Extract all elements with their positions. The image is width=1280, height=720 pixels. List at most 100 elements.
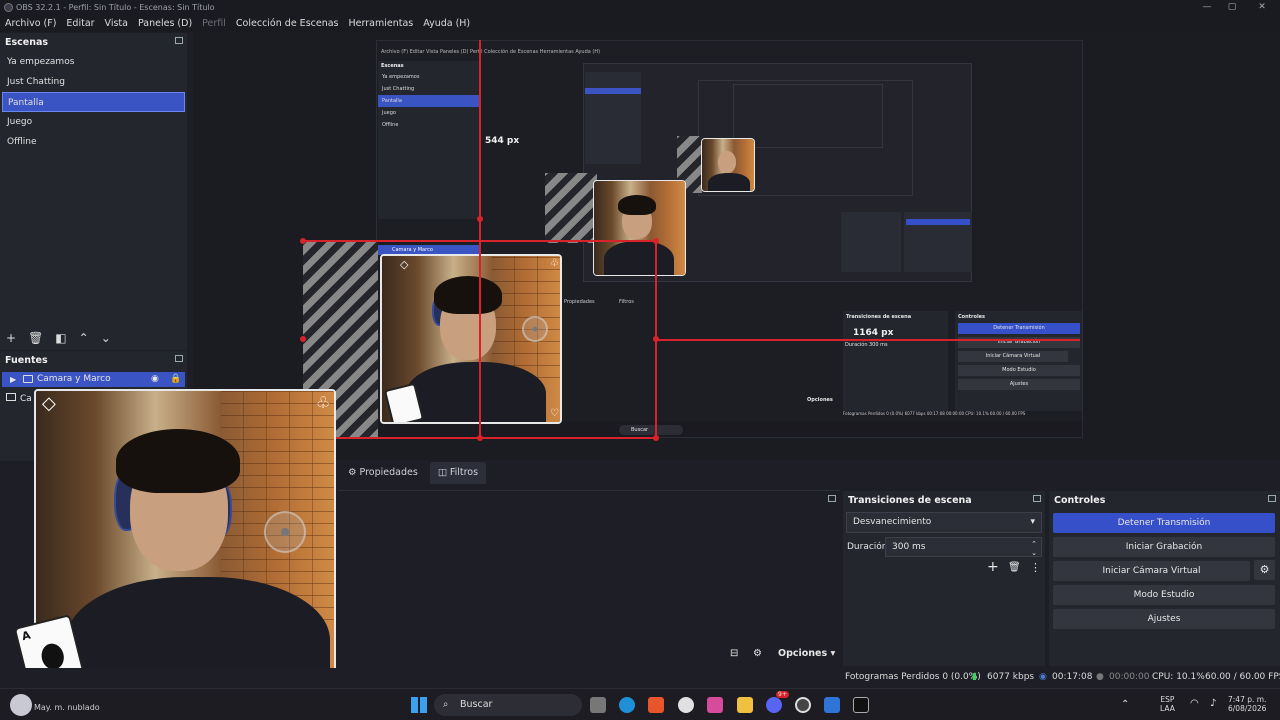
windows-start-icon[interactable] — [411, 697, 427, 713]
settings-button[interactable]: Ajustes — [1053, 609, 1275, 629]
brave-icon[interactable] — [648, 697, 664, 713]
scene-item-just-chatting[interactable]: Just Chatting — [2, 72, 185, 92]
discord-badge: 9+ — [776, 691, 789, 698]
inner-controls-dock: Controles Detener Transmisión Iniciar Gr… — [955, 311, 1082, 411]
undock-icon[interactable] — [1268, 495, 1276, 502]
scene-item-offline[interactable]: Offline — [2, 132, 185, 152]
transform-handle[interactable] — [653, 238, 659, 244]
scene-filters-icon[interactable]: ◧ — [55, 331, 66, 345]
source-item-camara-marco[interactable]: ▶ Camara y Marco ◉ 🔒 — [2, 372, 185, 387]
gear-icon: ⚙ — [348, 467, 360, 478]
language-indicator[interactable]: ESP LAA — [1160, 695, 1175, 713]
nested-scenes-level-2 — [585, 72, 641, 164]
undock-icon[interactable] — [1033, 495, 1041, 502]
menu-vista[interactable]: Vista — [100, 18, 133, 29]
start-recording-button[interactable]: Iniciar Grabación — [1053, 537, 1275, 557]
add-scene-icon[interactable]: + — [6, 331, 16, 345]
menu-paneles[interactable]: Paneles (D) — [133, 18, 197, 29]
taskbar-search[interactable]: ⌕ Buscar — [434, 694, 582, 716]
scene-toolbar: + 🗑 ◧ ⌃ ⌄ — [6, 331, 111, 345]
fps: 60.00 / 60.00 FPS — [1205, 672, 1280, 682]
expand-arrow-icon[interactable]: ▶ — [10, 372, 16, 387]
transform-handle[interactable] — [653, 435, 659, 441]
source-label-2: Ca — [20, 394, 32, 404]
inner-transitions-dock: Transiciones de escena Duración 300 ms — [843, 311, 948, 411]
options-button[interactable]: Opciones ▾ — [778, 648, 835, 659]
spin-down-icon[interactable]: ⌄ — [1031, 544, 1037, 562]
transition-select[interactable]: Desvanecimiento ▾ — [846, 512, 1042, 533]
diamond-icon: ◇ — [400, 258, 409, 271]
chatgpt-icon[interactable] — [678, 697, 694, 713]
studio-mode-button[interactable]: Modo Estudio — [1053, 585, 1275, 605]
edge-icon[interactable] — [619, 697, 635, 713]
move-up-icon[interactable]: ⌃ — [79, 331, 89, 345]
undock-icon[interactable] — [175, 37, 183, 44]
webcam-level-3 — [701, 138, 755, 192]
close-button[interactable]: ✕ — [1250, 0, 1274, 15]
wifi-icon[interactable]: ◠ — [1190, 698, 1199, 709]
eye-icon[interactable]: ◉ — [151, 372, 159, 387]
link-gear-icon[interactable]: ⚙ — [753, 648, 762, 659]
heart-icon: ♡ — [550, 408, 559, 419]
duration-value: 300 ms — [892, 542, 926, 552]
inner-scenes-header: Escenas — [381, 63, 404, 69]
ace-letter-icon: A — [20, 628, 32, 644]
tray-chevron-icon[interactable]: ⌃ — [1121, 699, 1129, 710]
transform-handle[interactable] — [300, 238, 306, 244]
undock-icon[interactable] — [828, 495, 836, 502]
diamond-icon: ◇ — [42, 393, 56, 414]
undock-icon[interactable] — [175, 355, 183, 362]
remove-scene-icon[interactable]: 🗑 — [28, 331, 43, 345]
scene-item-pantalla[interactable]: Pantalla — [2, 92, 185, 112]
remove-transition-icon[interactable]: 🗑 — [1008, 562, 1021, 573]
obs-taskbar-icon[interactable] — [795, 697, 811, 713]
duration-label: Duración — [847, 542, 888, 552]
maximize-button[interactable]: ▢ — [1220, 0, 1244, 15]
menu-coleccion-escenas[interactable]: Colección de Escenas — [231, 18, 344, 29]
move-down-icon[interactable]: ⌄ — [101, 331, 111, 345]
virtual-camera-settings-button[interactable]: ⚙ — [1254, 560, 1275, 580]
tab-propiedades[interactable]: ⚙ Propiedades — [340, 462, 426, 484]
transform-handle[interactable] — [300, 336, 306, 342]
source-item-2[interactable]: Ca — [6, 393, 32, 404]
stop-stream-button[interactable]: Detener Transmisión — [1053, 513, 1275, 533]
volume-icon[interactable]: ♪ — [1210, 698, 1216, 709]
inner-duration-label: Duración — [845, 342, 868, 348]
record-icon: ● — [1096, 672, 1104, 682]
inner-btn: Iniciar Cámara Virtual — [958, 351, 1068, 362]
terminal-icon[interactable] — [853, 697, 869, 713]
nested-selection-level-2 — [585, 88, 641, 94]
scene-item-ya-empezamos[interactable]: Ya empezamos — [2, 52, 185, 72]
menu-editar[interactable]: Editar — [61, 18, 99, 29]
transform-handle[interactable] — [653, 336, 659, 342]
sources-title: Fuentes — [5, 354, 48, 366]
minimize-button[interactable]: — — [1195, 0, 1219, 15]
menu-ayuda[interactable]: Ayuda (H) — [418, 18, 475, 29]
scenes-title: Escenas — [5, 36, 49, 48]
layout-icon[interactable]: ⊟ — [730, 648, 738, 659]
webcam-overlay[interactable]: ◇ ♧ ♡ — [34, 389, 336, 693]
start-virtual-camera-button[interactable]: Iniciar Cámara Virtual — [1053, 561, 1250, 581]
menu-archivo[interactable]: Archivo (F) — [0, 18, 61, 29]
menu-herramientas[interactable]: Herramientas — [344, 18, 419, 29]
menu-perfil[interactable]: Perfil — [197, 18, 231, 29]
tab-filtros[interactable]: ◫ Filtros — [429, 462, 487, 484]
discord-icon[interactable] — [766, 697, 782, 713]
weather-icon[interactable] — [10, 694, 32, 716]
transform-handle[interactable] — [477, 435, 483, 441]
more-options-icon[interactable]: ⋮ — [1030, 561, 1041, 574]
instagram-icon[interactable] — [707, 697, 723, 713]
add-transition-icon[interactable]: + — [987, 559, 999, 575]
inner-tab-filtros: Filtros — [619, 299, 634, 305]
scene-item-juego[interactable]: Juego — [2, 112, 185, 132]
source-label: Camara y Marco — [37, 374, 111, 384]
file-explorer-icon[interactable] — [737, 697, 753, 713]
transform-handle[interactable] — [477, 216, 483, 222]
lock-icon[interactable]: 🔒 — [170, 372, 181, 387]
clock[interactable]: 7:47 p. m. 6/08/2026 — [1228, 695, 1266, 713]
task-view-icon[interactable] — [590, 697, 606, 713]
search-icon: ⌕ — [443, 699, 449, 710]
duration-input[interactable]: 300 ms ⌃ ⌄ — [885, 537, 1042, 557]
photos-icon[interactable] — [824, 697, 840, 713]
title-bar: OBS 32.2.1 - Perfil: Sin Título - Escena… — [0, 0, 1280, 15]
